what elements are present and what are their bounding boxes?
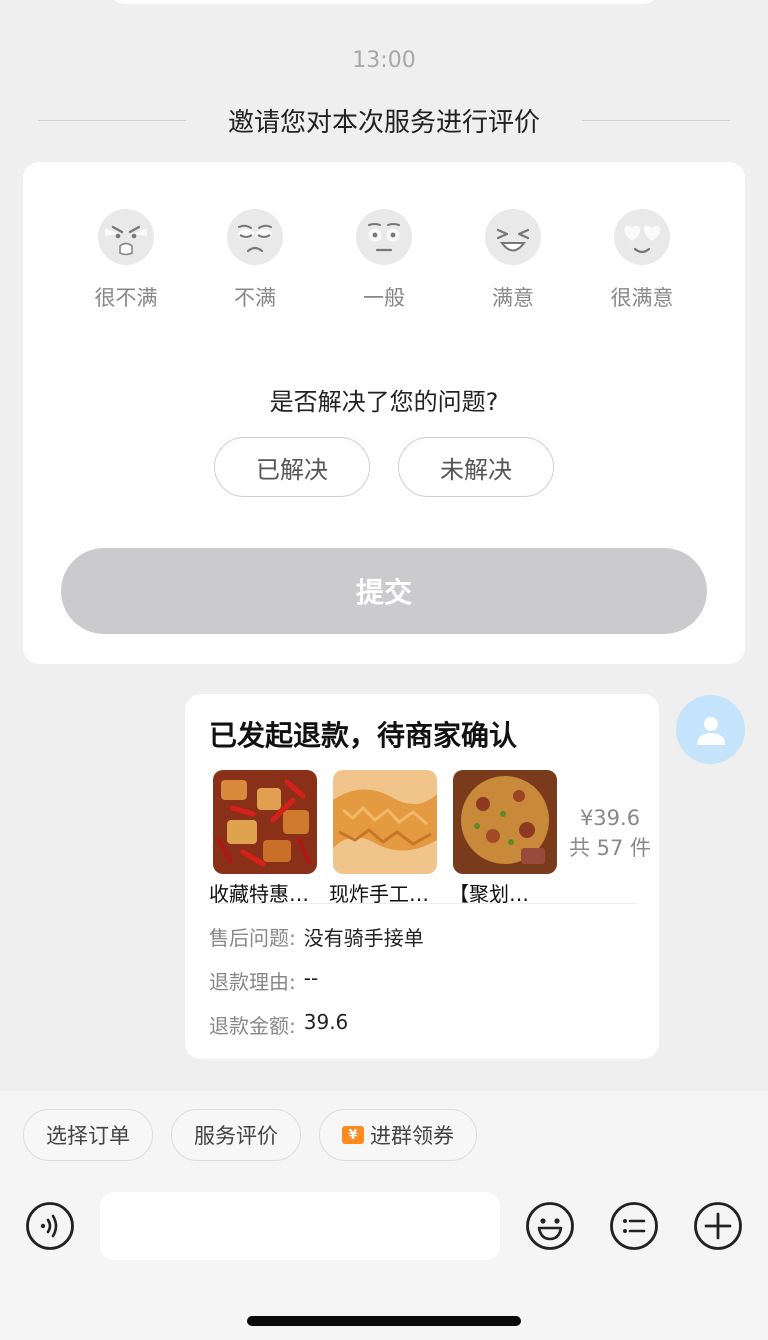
divider-line-right bbox=[581, 119, 730, 121]
refund-amount-row: 退款金额: 39.6 bbox=[209, 1010, 348, 1039]
plus-icon[interactable] bbox=[693, 1201, 743, 1251]
divider-line-left bbox=[38, 119, 186, 121]
very-angry-face-icon bbox=[98, 209, 154, 265]
user-icon bbox=[696, 716, 725, 745]
emoji-icon[interactable] bbox=[525, 1201, 575, 1251]
reason-value: -- bbox=[303, 966, 319, 990]
rating-card: 很不满 不满 一般 满意 很满意 是否解决了您的问题? 已解决 未解决 提交 bbox=[23, 162, 745, 664]
avatar[interactable] bbox=[676, 695, 745, 764]
amount-label: 退款金额: bbox=[209, 1014, 296, 1038]
submit-button[interactable]: 提交 bbox=[61, 548, 707, 634]
rating-label: 很满意 bbox=[610, 286, 674, 310]
issue-label: 售后问题: bbox=[209, 926, 296, 950]
after-sale-issue-row: 售后问题: 没有骑手接单 bbox=[209, 922, 424, 951]
quick-action-chips: 选择订单 服务评价 ¥ 进群领券 bbox=[23, 1109, 477, 1161]
invite-text: 邀请您对本次服务进行评价 bbox=[227, 107, 540, 138]
rating-invite-divider: 邀请您对本次服务进行评价 bbox=[38, 100, 730, 140]
message-input[interactable] bbox=[100, 1192, 500, 1260]
join-group-chip[interactable]: ¥ 进群领券 bbox=[319, 1109, 477, 1161]
product-list: 收藏特惠… 现炸手工… 【聚划… bbox=[209, 770, 557, 907]
rating-label: 满意 bbox=[492, 286, 534, 310]
previous-message-bubble bbox=[110, 0, 658, 4]
refund-message-card[interactable]: 已发起退款，待商家确认 收藏特惠… 现炸手工… 【聚划… ¥39.6 共 57 … bbox=[185, 694, 659, 1059]
coupon-icon: ¥ bbox=[342, 1126, 364, 1144]
composer bbox=[0, 1191, 768, 1261]
product-item[interactable]: 【聚划… bbox=[449, 770, 557, 907]
rating-faces: 很不满 不满 一般 满意 很满意 bbox=[81, 208, 687, 312]
rating-label: 很不满 bbox=[94, 286, 158, 310]
order-item-count: 共 57 件 bbox=[568, 836, 652, 860]
rating-option-unsatisfied[interactable]: 不满 bbox=[210, 208, 300, 312]
select-order-chip[interactable]: 选择订单 bbox=[23, 1109, 153, 1161]
card-divider bbox=[209, 903, 637, 904]
product-item[interactable]: 现炸手工… bbox=[329, 770, 437, 907]
resolution-options: 已解决 未解决 bbox=[214, 437, 554, 497]
quick-reply-list-icon[interactable] bbox=[609, 1201, 659, 1251]
refund-reason-row: 退款理由: -- bbox=[209, 966, 318, 995]
rating-option-very-unsatisfied[interactable]: 很不满 bbox=[81, 208, 171, 312]
product-image bbox=[453, 770, 557, 874]
order-price: ¥39.6 bbox=[579, 806, 641, 830]
resolved-button[interactable]: 已解决 bbox=[214, 437, 370, 497]
product-image bbox=[333, 770, 437, 874]
refund-title: 已发起退款，待商家确认 bbox=[209, 719, 518, 752]
unhappy-face-icon bbox=[227, 209, 283, 265]
issue-value: 没有骑手接单 bbox=[303, 926, 424, 950]
rating-option-neutral[interactable]: 一般 bbox=[339, 208, 429, 312]
rating-option-very-satisfied[interactable]: 很满意 bbox=[597, 208, 687, 312]
bottom-panel: 选择订单 服务评价 ¥ 进群领券 bbox=[0, 1091, 768, 1340]
reason-label: 退款理由: bbox=[209, 970, 296, 994]
product-image bbox=[213, 770, 317, 874]
rating-label: 不满 bbox=[234, 286, 276, 310]
unresolved-button[interactable]: 未解决 bbox=[398, 437, 554, 497]
rating-label: 一般 bbox=[363, 286, 405, 310]
home-indicator bbox=[247, 1316, 521, 1326]
join-group-label: 进群领券 bbox=[370, 1124, 454, 1148]
voice-icon[interactable] bbox=[25, 1201, 75, 1251]
timestamp: 13:00 bbox=[352, 48, 416, 73]
resolution-question: 是否解决了您的问题? bbox=[269, 388, 499, 416]
amount-value: 39.6 bbox=[303, 1010, 349, 1034]
service-rating-chip[interactable]: 服务评价 bbox=[171, 1109, 301, 1161]
satisfied-face-icon bbox=[485, 209, 541, 265]
order-summary: ¥39.6 共 57 件 bbox=[567, 806, 653, 862]
rating-option-satisfied[interactable]: 满意 bbox=[468, 208, 558, 312]
service-rating-label: 服务评价 bbox=[194, 1124, 278, 1148]
heart-eyes-face-icon bbox=[614, 209, 670, 265]
select-order-label: 选择订单 bbox=[46, 1124, 130, 1148]
neutral-face-icon bbox=[356, 209, 412, 265]
product-item[interactable]: 收藏特惠… bbox=[209, 770, 317, 907]
